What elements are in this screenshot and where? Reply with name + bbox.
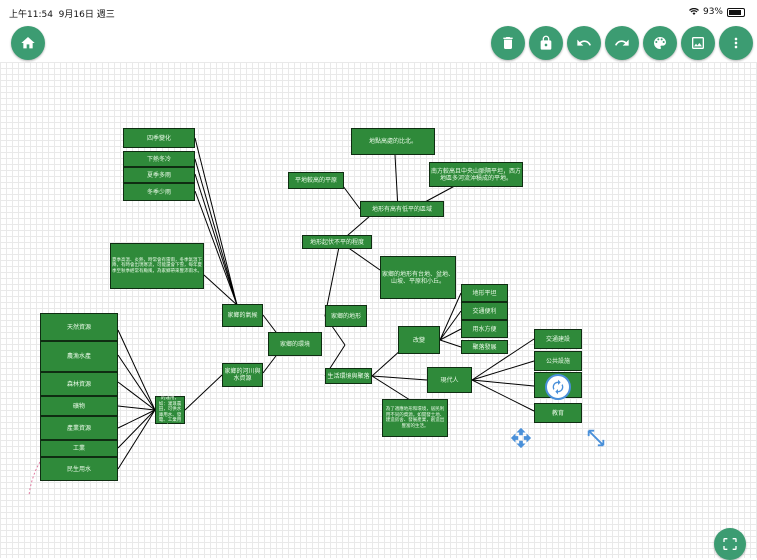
node-summer-rain[interactable]: 夏季多雨 — [123, 167, 195, 183]
node-terrain[interactable]: 家鄉的地形 — [325, 305, 367, 327]
node-landforms[interactable]: 家鄉的地形有台地、盆地、山坡、平原和小丘。 — [380, 256, 456, 299]
rotate-icon — [552, 379, 564, 395]
node-seasons[interactable]: 四季變化 — [123, 128, 195, 148]
node-change[interactable]: 改變 — [398, 326, 440, 354]
node-contrast[interactable]: 南方較高且中央山脈隔平坦，西方地區多河流沖積成的平地。 — [429, 162, 523, 187]
node-modern[interactable]: 現代人 — [427, 367, 472, 393]
node-highland[interactable]: 地點高處的比北。 — [351, 128, 435, 155]
modern-item[interactable]: 公共設施 — [534, 351, 582, 371]
node-climate-desc[interactable]: 夏季高溫、炎熱，時常會有雷雨，冬季氣溫下降，有時會出現寒流，可能還會下雪，每年夏… — [110, 243, 204, 289]
node-climate[interactable]: 家鄉的氣候 — [222, 304, 263, 327]
node-living-desc[interactable]: 為了適應地形和環境，居民利用不同的資源，如開發土地、建造房舍、發展產業，創造出豐… — [382, 399, 448, 437]
resource-item[interactable]: 工業 — [40, 440, 118, 457]
modern-item[interactable]: 教育 — [534, 403, 582, 423]
move-icon — [510, 427, 532, 449]
node-river[interactable]: 家鄉的河川與水資源 — [222, 363, 263, 387]
resource-item[interactable]: 產業資源 — [40, 416, 118, 440]
resource-item[interactable]: 礦物 — [40, 396, 118, 416]
node-living[interactable]: 生活環境與聚落 — [325, 368, 372, 384]
change-item[interactable]: 地形平坦 — [461, 284, 508, 302]
node-terrain-levels[interactable]: 地形起伏不平的程度 — [302, 235, 372, 249]
modern-item[interactable]: 交通建設 — [534, 329, 582, 349]
change-item[interactable]: 聚落發展 — [461, 340, 508, 354]
resize-handle[interactable] — [585, 427, 607, 449]
move-handle[interactable] — [510, 427, 532, 449]
node-terrain-types[interactable]: 地形有高有低平的區域 — [360, 201, 444, 217]
resize-icon — [587, 429, 605, 447]
resource-item[interactable]: 天然資源 — [40, 313, 118, 341]
resource-item[interactable]: 森林資源 — [40, 372, 118, 396]
node-plain[interactable]: 平地較高的平原 — [288, 172, 344, 189]
resource-item[interactable]: 民生用水 — [40, 457, 118, 481]
node-river-desc[interactable]: 河川水資源的運用，如：灌溉農田，可供水庫用水、發電、工業用水。 — [155, 391, 185, 429]
node-summer-hot[interactable]: 下熱冬冷 — [123, 151, 195, 167]
change-item[interactable]: 用水方便 — [461, 320, 508, 338]
node-center[interactable]: 家鄉的環境 — [268, 332, 322, 356]
fit-screen-icon — [723, 538, 737, 550]
rotate-handle[interactable] — [545, 374, 571, 400]
node-winter-dry[interactable]: 冬季少雨 — [123, 183, 195, 201]
fit-screen-button[interactable] — [714, 528, 746, 560]
resource-item[interactable]: 農漁水產 — [40, 341, 118, 372]
change-item[interactable]: 交通便利 — [461, 302, 508, 320]
